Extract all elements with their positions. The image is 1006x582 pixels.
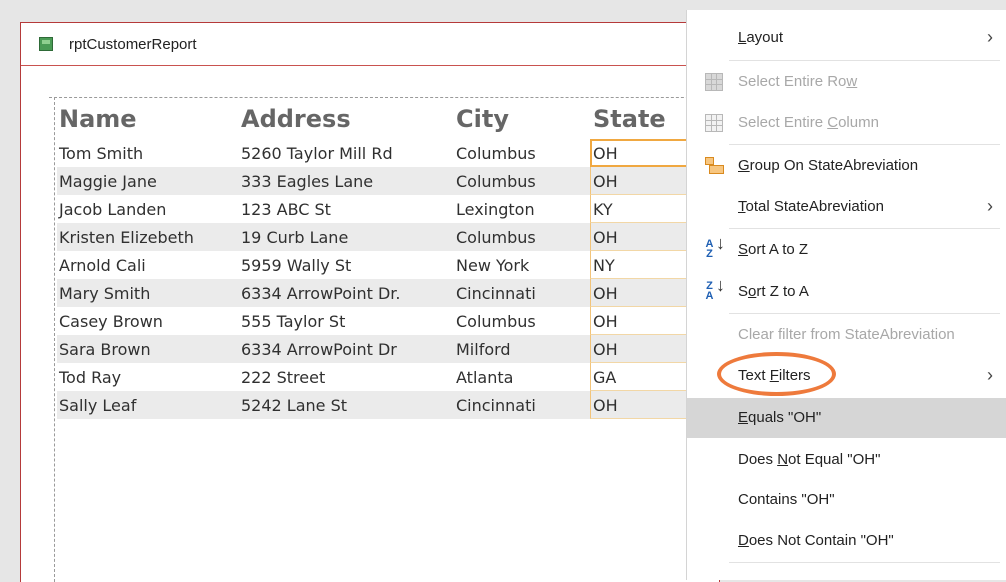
state-value: OH xyxy=(593,340,618,359)
state-value: OH xyxy=(593,312,618,331)
city-cell[interactable]: Lexington xyxy=(456,200,535,219)
menu-separator xyxy=(729,144,1000,145)
state-value: GA xyxy=(593,368,617,387)
address-cell[interactable]: 333 Eagles Lane xyxy=(241,172,373,191)
sort-descending-icon: Z A ↓ xyxy=(705,275,725,302)
report-table: Name Address City State Tom Smith 5260 Ta… xyxy=(57,101,721,419)
column-header-state[interactable]: State xyxy=(593,105,666,133)
menu-item-does-not-contain[interactable]: Does Not Contain "OH" xyxy=(687,521,1006,561)
menu-item-total[interactable]: Total StateAbreviation › xyxy=(687,187,1006,227)
section-divider xyxy=(49,97,719,98)
city-cell[interactable]: Columbus xyxy=(456,228,536,247)
table-row[interactable]: Tom Smith 5260 Taylor Mill Rd Columbus OH xyxy=(57,139,721,167)
address-cell[interactable]: 222 Street xyxy=(241,368,325,387)
header-row: Name Address City State xyxy=(57,101,721,139)
menu-separator xyxy=(729,313,1000,314)
menu-item-does-not-equal[interactable]: Does Not Equal "OH" xyxy=(687,440,1006,480)
table-row[interactable]: Mary Smith 6334 ArrowPoint Dr. Cincinnati O… xyxy=(57,279,721,307)
menu-item-select-entire-row[interactable]: Select Entire Row xyxy=(687,62,1006,102)
menu-separator xyxy=(729,562,1000,563)
column-header-city[interactable]: City xyxy=(456,105,509,133)
state-value: NY xyxy=(593,256,615,275)
table-row[interactable]: Maggie Jane 333 Eagles Lane Columbus OH xyxy=(57,167,721,195)
menu-item-select-entire-column[interactable]: Select Entire Column xyxy=(687,103,1006,143)
name-cell[interactable]: Jacob Landen xyxy=(59,200,166,219)
state-value: OH xyxy=(593,172,618,191)
state-value: OH xyxy=(593,284,618,303)
chevron-right-icon: › xyxy=(987,196,993,216)
state-value: OH xyxy=(593,144,618,163)
name-cell[interactable]: Casey Brown xyxy=(59,312,163,331)
city-cell[interactable]: Atlanta xyxy=(456,368,513,387)
city-cell[interactable]: Cincinnati xyxy=(456,284,536,303)
table-body: Tom Smith 5260 Taylor Mill Rd Columbus OH Ma… xyxy=(57,139,721,419)
column-header-address[interactable]: Address xyxy=(241,105,351,133)
table-row[interactable]: Sara Brown 6334 ArrowPoint Dr Milford OH xyxy=(57,335,721,363)
menu-item-equals[interactable]: Equals "OH" xyxy=(687,398,1006,438)
report-icon xyxy=(39,37,53,51)
group-icon xyxy=(705,157,724,175)
menu-item-text-filters[interactable]: Text Filters › xyxy=(687,356,1006,396)
address-cell[interactable]: 6334 ArrowPoint Dr xyxy=(241,340,397,359)
table-row[interactable]: Jacob Landen 123 ABC St Lexington KY xyxy=(57,195,721,223)
menu-separator xyxy=(729,228,1000,229)
table-row-icon xyxy=(705,73,723,91)
menu-item-clear-filter[interactable]: Clear filter from StateAbreviation xyxy=(687,315,1006,355)
name-cell[interactable]: Arnold Cali xyxy=(59,256,146,275)
name-cell[interactable]: Sally Leaf xyxy=(59,396,136,415)
address-cell[interactable]: 555 Taylor St xyxy=(241,312,345,331)
column-header-name[interactable]: Name xyxy=(59,105,137,133)
city-cell[interactable]: New York xyxy=(456,256,529,275)
menu-item-contains[interactable]: Contains "OH" xyxy=(687,480,1006,520)
state-value: KY xyxy=(593,200,613,219)
city-cell[interactable]: Milford xyxy=(456,340,511,359)
chevron-right-icon: › xyxy=(987,365,993,385)
table-row[interactable]: Sally Leaf 5242 Lane St Cincinnati OH xyxy=(57,391,721,419)
city-cell[interactable]: Columbus xyxy=(456,312,536,331)
state-value: OH xyxy=(593,396,618,415)
chevron-right-icon: › xyxy=(987,27,993,47)
address-cell[interactable]: 5260 Taylor Mill Rd xyxy=(241,144,393,163)
state-value: OH xyxy=(593,228,618,247)
city-cell[interactable]: Columbus xyxy=(456,144,536,163)
name-cell[interactable]: Kristen Elizebeth xyxy=(59,228,194,247)
report-window: rptCustomerReport Name Address City Stat… xyxy=(20,22,721,582)
name-cell[interactable]: Tod Ray xyxy=(59,368,121,387)
name-cell[interactable]: Tom Smith xyxy=(59,144,143,163)
address-cell[interactable]: 123 ABC St xyxy=(241,200,331,219)
context-menu: Layout › Select Entire Row Select Entire… xyxy=(686,10,1006,580)
menu-item-group-on[interactable]: Group On StateAbreviation xyxy=(687,146,1006,186)
name-cell[interactable]: Mary Smith xyxy=(59,284,150,303)
menu-item-sort-z-to-a[interactable]: Z A ↓ Sort Z to A xyxy=(687,272,1006,312)
city-cell[interactable]: Cincinnati xyxy=(456,396,536,415)
table-row[interactable]: Kristen Elizebeth 19 Curb Lane Columbus OH xyxy=(57,223,721,251)
table-row[interactable]: Casey Brown 555 Taylor St Columbus OH xyxy=(57,307,721,335)
address-cell[interactable]: 6334 ArrowPoint Dr. xyxy=(241,284,400,303)
menu-item-layout[interactable]: Layout › xyxy=(687,18,1006,58)
table-row[interactable]: Arnold Cali 5959 Wally St New York NY xyxy=(57,251,721,279)
table-row[interactable]: Tod Ray 222 Street Atlanta GA xyxy=(57,363,721,391)
city-cell[interactable]: Columbus xyxy=(456,172,536,191)
report-title: rptCustomerReport xyxy=(69,36,197,53)
table-column-icon xyxy=(705,114,723,132)
address-cell[interactable]: 5959 Wally St xyxy=(241,256,351,275)
report-tab[interactable]: rptCustomerReport xyxy=(21,23,719,66)
margin-guide xyxy=(54,97,55,582)
menu-item-sort-a-to-z[interactable]: A Z ↓ Sort A to Z xyxy=(687,230,1006,270)
name-cell[interactable]: Maggie Jane xyxy=(59,172,157,191)
sort-ascending-icon: A Z ↓ xyxy=(705,233,725,260)
name-cell[interactable]: Sara Brown xyxy=(59,340,151,359)
menu-separator xyxy=(729,60,1000,61)
address-cell[interactable]: 5242 Lane St xyxy=(241,396,347,415)
address-cell[interactable]: 19 Curb Lane xyxy=(241,228,348,247)
